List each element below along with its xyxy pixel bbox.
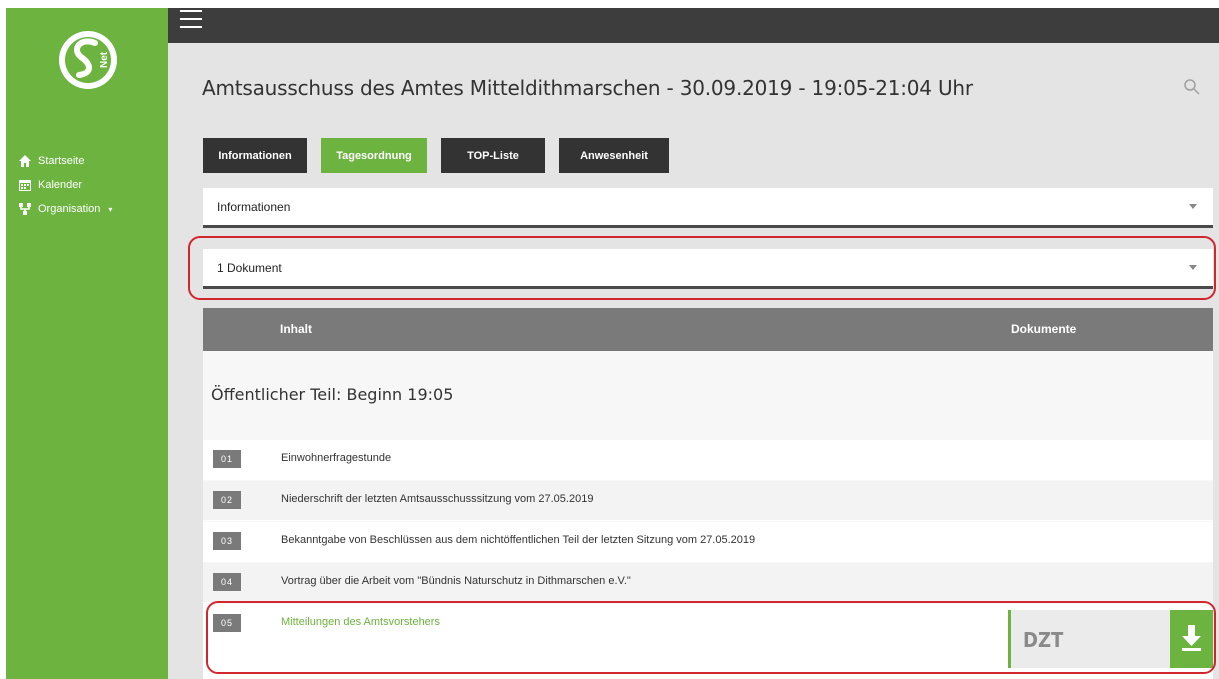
home-icon xyxy=(18,154,32,168)
agenda-item-title[interactable]: Vortrag über die Arbeit vom "Bündnis Nat… xyxy=(281,575,631,587)
agenda-item-title[interactable]: Mitteilungen des Amtsvorstehers xyxy=(281,616,440,628)
search-icon[interactable] xyxy=(1183,78,1201,96)
agenda-item-number: 02 xyxy=(213,491,241,509)
download-icon xyxy=(1182,625,1201,651)
sidebar-item-label: Organisation xyxy=(38,203,101,215)
sidebar-nav: Startseite Kalender Organisation ▾ xyxy=(18,149,112,221)
accordion-label: Informationen xyxy=(217,199,291,214)
agenda-item-number: 03 xyxy=(213,532,241,550)
agenda-item-title[interactable]: Bekanntgabe von Beschlüssen aus dem nich… xyxy=(281,534,755,546)
download-button[interactable] xyxy=(1170,610,1213,668)
tab-informationen[interactable]: Informationen xyxy=(203,138,307,173)
table-row[interactable]: 03 Bekanntgabe von Beschlüssen aus dem n… xyxy=(203,522,1213,562)
page-title: Amtsausschuss des Amtes Mitteldithmarsch… xyxy=(202,76,973,100)
table-row[interactable]: 01 Einwohnerfragestunde xyxy=(203,440,1213,480)
sidebar-item-kalender[interactable]: Kalender xyxy=(18,173,112,197)
accordion-informationen[interactable]: Informationen xyxy=(203,188,1213,228)
column-header-dokumente: Dokumente xyxy=(1011,322,1077,336)
organisation-icon xyxy=(18,202,32,216)
agenda-item-number: 04 xyxy=(213,573,241,591)
menu-icon[interactable] xyxy=(180,10,202,32)
agenda-item-title[interactable]: Niederschrift der letzten Amtsausschusss… xyxy=(281,493,593,505)
agenda-item-number: 05 xyxy=(213,614,241,632)
chevron-down-icon xyxy=(1189,204,1197,209)
tab-anwesenheit[interactable]: Anwesenheit xyxy=(559,138,669,173)
column-header-inhalt: Inhalt xyxy=(280,322,312,336)
chevron-down-icon: ▾ xyxy=(108,204,113,214)
table-row[interactable]: 02 Niederschrift der letzten Amtsausschu… xyxy=(203,481,1213,521)
agenda-item-number: 01 xyxy=(213,450,241,468)
snet-logo[interactable]: Net xyxy=(57,29,119,91)
tab-top-liste[interactable]: TOP-Liste xyxy=(441,138,545,173)
document-download[interactable]: DZT xyxy=(1008,610,1213,668)
accordion-dokument[interactable]: 1 Dokument xyxy=(203,249,1213,289)
sidebar: Net Startseite Kalender Organisation ▾ xyxy=(6,8,168,679)
table-row[interactable]: 04 Vortrag über die Arbeit vom "Bündnis … xyxy=(203,563,1213,603)
document-label: DZT xyxy=(1023,628,1064,652)
section-title: Öffentlicher Teil: Beginn 19:05 xyxy=(211,385,454,404)
chevron-down-icon xyxy=(1189,265,1197,270)
agenda-item-title[interactable]: Einwohnerfragestunde xyxy=(281,452,391,464)
agenda-table-header: Inhalt Dokumente xyxy=(203,308,1213,351)
sidebar-item-startseite[interactable]: Startseite xyxy=(18,149,112,173)
calendar-icon xyxy=(18,178,32,192)
sidebar-item-label: Kalender xyxy=(38,179,83,191)
sidebar-item-label: Startseite xyxy=(38,155,85,167)
tab-bar: Informationen Tagesordnung TOP-Liste Anw… xyxy=(203,138,683,173)
accordion-label: 1 Dokument xyxy=(217,260,282,275)
top-bar xyxy=(168,8,1219,43)
main-content: Amtsausschuss des Amtes Mitteldithmarsch… xyxy=(168,8,1219,679)
svg-text:Net: Net xyxy=(99,51,110,68)
sidebar-item-organisation[interactable]: Organisation ▾ xyxy=(18,197,112,221)
tab-tagesordnung[interactable]: Tagesordnung xyxy=(321,138,427,173)
